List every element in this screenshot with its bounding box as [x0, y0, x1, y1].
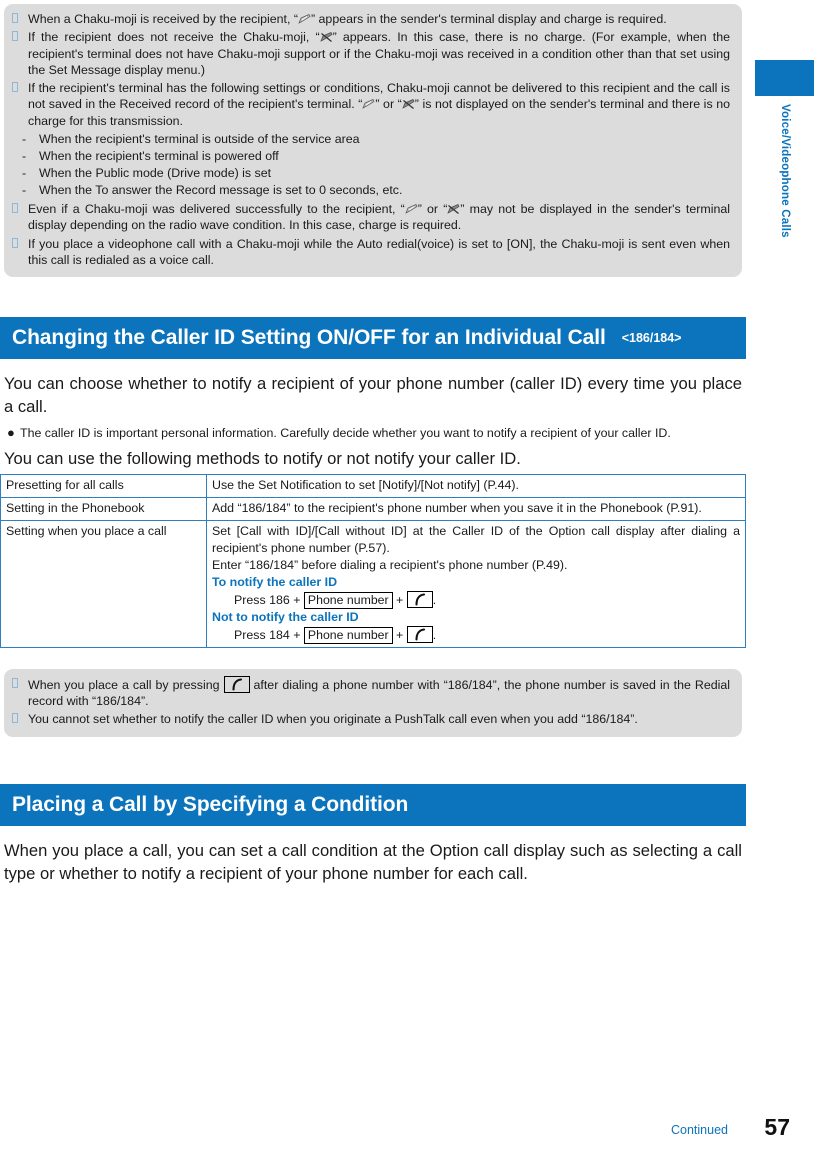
- note-text-pre: Even if a Chaku-moji was delivered succe…: [28, 202, 405, 217]
- phone-number-keybox: Phone number: [303, 591, 393, 609]
- note-sublist: - When the recipient's terminal is outsid…: [12, 131, 730, 199]
- press-period: .: [432, 592, 437, 607]
- note-bullet-icon: [12, 676, 28, 692]
- section-badge: <186/184>: [621, 331, 682, 346]
- note-text-pre: If you place a videophone call with a Ch…: [28, 236, 730, 267]
- note-bullet-icon: [12, 711, 28, 727]
- table-cell-line: Set [Call with ID]/[Call without ID] at …: [212, 523, 740, 555]
- section2-body: When you place a call, you can set a cal…: [4, 840, 742, 883]
- table-row: Setting when you place a call Set [Call …: [0, 519, 746, 648]
- press-prefix: Press 186 +: [234, 592, 304, 607]
- note-bullet-icon: [12, 236, 28, 252]
- dash-marker: -: [22, 166, 27, 181]
- phone-call-key-icon: [406, 590, 433, 608]
- note-bullet-icon: [12, 201, 28, 217]
- phone-number-keybox: Phone number: [303, 626, 393, 644]
- table-cell-label: Presetting for all calls: [0, 473, 207, 498]
- notify-press-line: Press 186 + Phone number + .: [212, 590, 740, 609]
- list-item: - When the recipient's terminal is powere…: [22, 148, 730, 165]
- note-text-mid: ” or “: [417, 202, 448, 217]
- not-notify-heading: Not to notify the caller ID: [212, 609, 359, 624]
- note-bullet-icon: [12, 11, 28, 27]
- dash-marker: -: [22, 132, 27, 147]
- phone-call-key-icon: [406, 625, 433, 643]
- notify-heading: To notify the caller ID: [212, 574, 338, 589]
- note-text-pre: When you place a call by pressing: [28, 677, 224, 692]
- section-heading-specify-condition: Placing a Call by Specifying a Condition: [0, 783, 746, 826]
- sidebar-chapter-tab: Voice/Videophone Calls: [755, 60, 814, 238]
- chaku-moji-delivered-icon: [405, 204, 418, 215]
- section-title: Placing a Call by Specifying a Condition: [12, 792, 409, 816]
- chaku-moji-undelivered-icon: [402, 99, 415, 110]
- dash-marker: -: [22, 183, 27, 198]
- sidebar-tab-label: Voice/Videophone Calls: [779, 104, 791, 238]
- press-plus: +: [392, 627, 407, 642]
- note-item: If you place a videophone call with a Ch…: [12, 236, 730, 269]
- list-item: - When the recipient's terminal is outsid…: [22, 131, 730, 148]
- note-text-pre: When a Chaku-moji is received by the rec…: [28, 12, 298, 26]
- chaku-moji-undelivered-icon: [319, 32, 333, 43]
- note-item: You cannot set whether to notify the cal…: [12, 711, 730, 727]
- chaku-moji-delivered-icon: [298, 14, 311, 25]
- note-bullet-icon: [12, 29, 28, 45]
- note-item: If the recipient does not receive the Ch…: [12, 29, 730, 78]
- note-item: When you place a call by pressing after …: [12, 675, 730, 710]
- table-row: Presetting for all calls Use the Set Not…: [0, 473, 746, 498]
- page-content: When a Chaku-moji is received by the rec…: [0, 0, 746, 885]
- table-row: Setting in the Phonebook Add “186/184” t…: [0, 496, 746, 521]
- table-cell-line: Enter “186/184” before dialing a recipie…: [212, 557, 568, 572]
- section-title: Changing the Caller ID Setting ON/OFF fo…: [12, 326, 606, 350]
- sublist-text: When the recipient's terminal is powered…: [39, 149, 279, 164]
- page-footer: Continued 57: [0, 1111, 814, 1141]
- table-cell-value: Set [Call with ID]/[Call without ID] at …: [206, 519, 746, 648]
- list-item: - When the Public mode (Drive mode) is se…: [22, 165, 730, 182]
- table-cell-line: Add “186/184” to the recipient's phone n…: [212, 500, 702, 515]
- sublist-text: When the To answer the Record message is…: [39, 183, 403, 198]
- caution-text: The caller ID is important personal info…: [20, 426, 671, 441]
- press-prefix: Press 184 +: [234, 627, 304, 642]
- table-cell-value: Add “186/184” to the recipient's phone n…: [206, 496, 746, 521]
- sublist-text: When the recipient's terminal is outside…: [39, 132, 360, 147]
- list-item: - When the To answer the Record message i…: [22, 182, 730, 199]
- table-cell-label: Setting in the Phonebook: [0, 496, 207, 521]
- press-period: .: [432, 627, 437, 642]
- chaku-moji-undelivered-icon: [447, 204, 460, 215]
- notes-top-box: When a Chaku-moji is received by the rec…: [4, 4, 742, 278]
- note-bullet-icon: [12, 80, 28, 96]
- section1-methods-intro: You can use the following methods to not…: [4, 448, 521, 468]
- dash-marker: -: [22, 149, 27, 164]
- sublist-text: When the Public mode (Drive mode) is set: [39, 166, 272, 181]
- note-text-pre: You cannot set whether to notify the cal…: [28, 712, 638, 727]
- note-item: Even if a Chaku-moji was delivered succe…: [12, 201, 730, 234]
- section1-caution: ● The caller ID is important personal in…: [4, 425, 742, 441]
- sidebar-tab-block: [755, 60, 814, 96]
- chaku-moji-delivered-icon: [362, 99, 375, 110]
- table-cell-value: Use the Set Notification to set [Notify]…: [206, 473, 746, 498]
- bullet-dot-icon: ●: [7, 425, 15, 441]
- continued-label: Continued: [671, 1123, 728, 1137]
- note-item: When a Chaku-moji is received by the rec…: [12, 11, 730, 27]
- section1-intro: You can choose whether to notify a recip…: [4, 374, 742, 417]
- note-item: If the recipient's terminal has the foll…: [12, 80, 730, 129]
- table-cell-label: Setting when you place a call: [0, 519, 207, 648]
- caller-id-methods-table: Presetting for all calls Use the Set Not…: [0, 473, 746, 648]
- note-text-post: ” appears in the sender's terminal displ…: [310, 12, 667, 26]
- notes-bottom-box: When you place a call by pressing after …: [4, 668, 742, 737]
- section-heading-caller-id: Changing the Caller ID Setting ON/OFF fo…: [0, 317, 746, 360]
- press-plus: +: [392, 592, 407, 607]
- note-text-mid: ” or “: [375, 97, 402, 112]
- page-number: 57: [764, 1114, 790, 1140]
- not-notify-press-line: Press 184 + Phone number + .: [212, 625, 740, 644]
- note-text-pre: If the recipient does not receive the Ch…: [28, 30, 320, 45]
- phone-call-key-icon: [223, 675, 250, 693]
